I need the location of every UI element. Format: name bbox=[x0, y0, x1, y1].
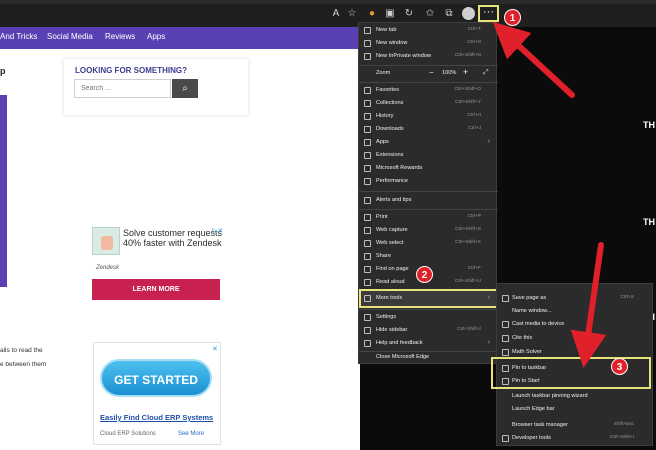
step-badge-1: 1 bbox=[504, 9, 521, 26]
screenshot: A ☆ ● ▣ ↻ ✩ ⧉ ··· And Tricks Social Medi… bbox=[0, 0, 656, 450]
annotation-arrows bbox=[492, 21, 607, 368]
arrow-to-pin-options bbox=[570, 242, 607, 368]
arrow-to-menu-button bbox=[492, 21, 575, 98]
step-badge-2: 2 bbox=[416, 266, 433, 283]
step-badge-3: 3 bbox=[611, 358, 628, 375]
